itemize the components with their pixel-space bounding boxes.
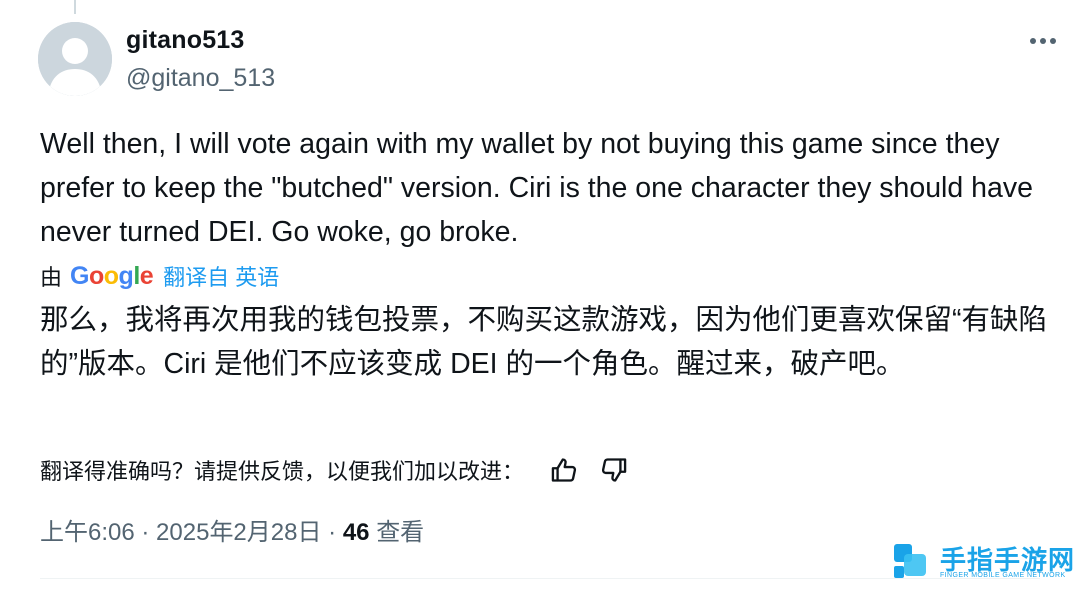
meta-separator: · bbox=[321, 519, 343, 546]
tweet-text: Well then, I will vote again with my wal… bbox=[40, 128, 1033, 248]
feedback-question: 翻译得准确吗？请提供反馈，以便我们加以改进： bbox=[40, 459, 525, 484]
display-name[interactable]: gitano513 bbox=[126, 26, 245, 55]
user-handle[interactable]: @gitano_513 bbox=[126, 64, 275, 93]
google-logo-letter: G bbox=[70, 261, 89, 290]
thumbs-down-button[interactable] bbox=[596, 452, 632, 488]
translation-attribution: 由 Google 翻译自 英语 bbox=[40, 258, 279, 294]
avatar[interactable] bbox=[38, 22, 112, 96]
meta-separator: · bbox=[134, 519, 157, 546]
google-logo-letter: o bbox=[103, 261, 119, 290]
thumbs-down-icon bbox=[601, 458, 627, 482]
google-logo: Google bbox=[70, 261, 154, 291]
google-logo-letter: g bbox=[118, 261, 134, 290]
translated-by-label: 由 bbox=[40, 265, 63, 290]
translated-from-link[interactable]: 翻译自 英语 bbox=[163, 260, 279, 292]
translation-feedback: 翻译得准确吗？请提供反馈，以便我们加以改进： bbox=[40, 450, 646, 490]
tweet-time[interactable]: 上午6:06 bbox=[40, 519, 135, 546]
watermark: 手指手游网 FINGER MOBILE GAME NETWORK bbox=[890, 538, 1074, 584]
more-options-button[interactable] bbox=[1026, 30, 1060, 52]
thumbs-up-button[interactable] bbox=[546, 452, 582, 488]
views-count: 46 bbox=[342, 519, 370, 546]
google-logo-letter: o bbox=[88, 261, 104, 290]
more-horizontal-icon bbox=[1030, 38, 1056, 44]
google-logo-letter: e bbox=[139, 261, 154, 290]
watermark-logo-icon bbox=[894, 544, 926, 578]
thread-connector-line bbox=[70, 0, 80, 14]
watermark-subtitle: FINGER MOBILE GAME NETWORK bbox=[940, 572, 1066, 579]
default-avatar-icon bbox=[38, 22, 112, 96]
tweet-meta: 上午6:06 · 2025年2月28日 · 46 查看 bbox=[40, 512, 424, 547]
tweet-date[interactable]: 2025年2月28日 bbox=[156, 519, 321, 546]
translated-text: 那么，我将再次用我的钱包投票，不购买这款游戏，因为他们更喜欢保留“有缺陷的”版本… bbox=[40, 304, 1047, 380]
views-label: 查看 bbox=[376, 519, 425, 546]
thumbs-up-icon bbox=[551, 458, 577, 482]
